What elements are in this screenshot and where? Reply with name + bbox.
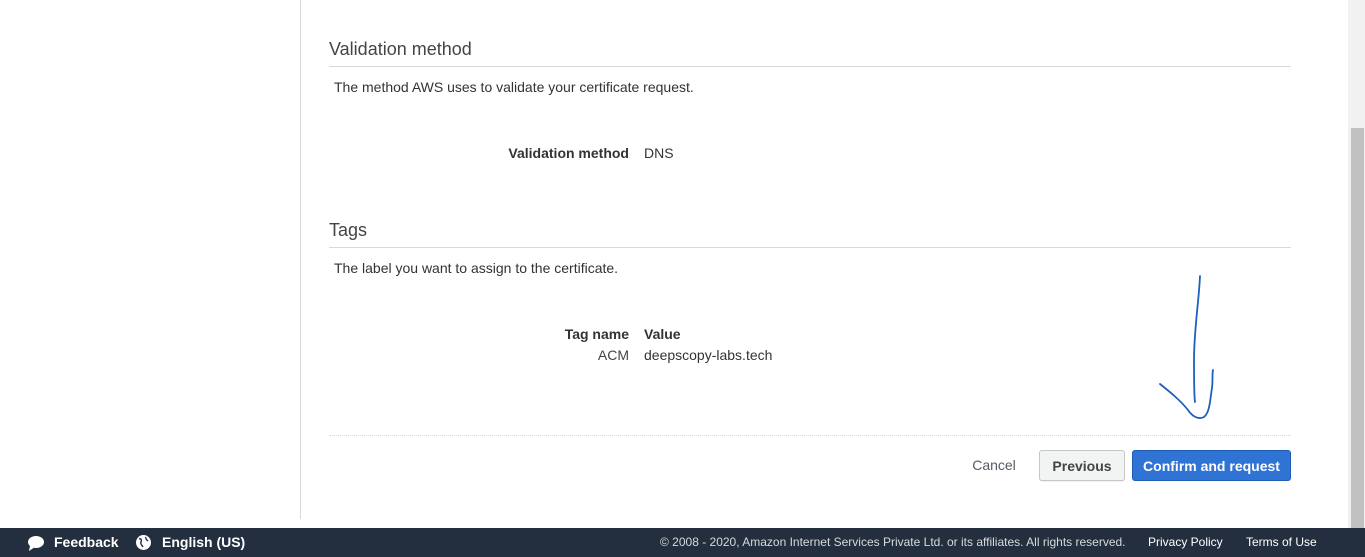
tag-value-cell: deepscopy-labs.tech: [644, 347, 773, 363]
cancel-button[interactable]: Cancel: [959, 451, 1029, 479]
scrollbar-thumb[interactable]: [1351, 128, 1364, 528]
globe-icon: [136, 535, 151, 550]
validation-method-label: Validation method: [508, 145, 629, 161]
privacy-policy-link[interactable]: Privacy Policy: [1148, 528, 1223, 557]
feedback-link[interactable]: Feedback: [54, 528, 119, 557]
copyright-text: © 2008 - 2020, Amazon Internet Services …: [660, 535, 1126, 549]
speech-bubble-icon: [28, 536, 44, 551]
tag-name-cell: ACM: [597, 347, 629, 363]
terms-of-use-link[interactable]: Terms of Use: [1246, 528, 1317, 557]
tags-section-title: Tags: [329, 220, 368, 240]
sidebar-divider: [300, 0, 301, 519]
actions-divider: [329, 435, 1291, 436]
validation-section-title: Validation method: [329, 39, 472, 59]
tag-value-header: Value: [644, 326, 681, 342]
validation-section-description: The method AWS uses to validate your cer…: [334, 79, 694, 95]
footer: Feedback English (US) © 2008 - 2020, Ama…: [0, 528, 1365, 557]
tags-section-description: The label you want to assign to the cert…: [334, 260, 619, 276]
confirm-and-request-button[interactable]: Confirm and request: [1132, 450, 1291, 481]
previous-button[interactable]: Previous: [1039, 450, 1125, 481]
language-selector[interactable]: English (US): [162, 528, 245, 557]
tags-section-rule: [329, 247, 1291, 248]
validation-section-rule: [329, 66, 1291, 67]
tag-name-header: Tag name: [564, 326, 629, 342]
hand-drawn-arrow-annotation: [1159, 275, 1214, 419]
review-panel: Validation method The method AWS uses to…: [329, 0, 1291, 528]
validation-method-value: DNS: [644, 145, 674, 161]
